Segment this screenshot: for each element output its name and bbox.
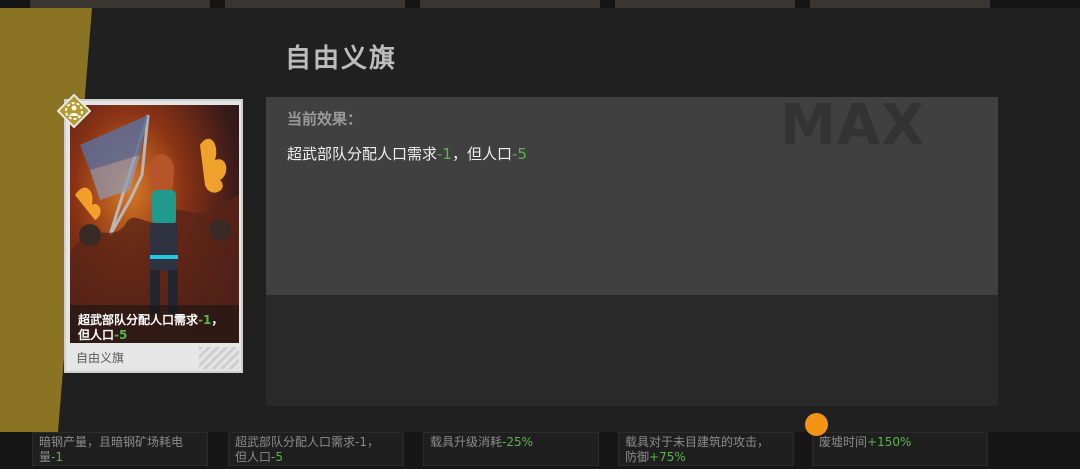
effect-box-lower: [266, 295, 998, 406]
gear-person-icon: [56, 93, 92, 129]
background-card-text: 载具升级消耗-25%: [430, 435, 534, 449]
background-card[interactable]: 废墟时间+150%: [812, 432, 988, 466]
background-card-text: 但人口-5: [235, 450, 283, 464]
upgrade-card[interactable]: 超武部队分配人口需求-1， 但人口-5 自由义旗: [64, 99, 243, 373]
background-card-text: 暗钢产量，且暗钢矿场耗电: [39, 435, 184, 449]
background-card-top: [420, 0, 600, 8]
background-card-strip-top: [0, 0, 1080, 8]
scroll-indicator-dot[interactable]: [805, 413, 828, 436]
effect-value: -5: [512, 145, 527, 163]
effect-text: 超武部队分配人口需求: [287, 145, 438, 163]
card-artwork: 超武部队分配人口需求-1， 但人口-5: [70, 105, 239, 343]
max-level-label: MAX: [780, 93, 926, 158]
effect-heading: 当前效果：: [287, 110, 363, 128]
background-card[interactable]: 载具升级消耗-25%: [423, 432, 599, 466]
background-card-text: 防御+75%: [625, 450, 686, 464]
background-card-top: [810, 0, 990, 8]
background-card-text: 载具对于未目建筑的攻击，: [625, 435, 770, 449]
background-card-text: 量-1: [39, 450, 63, 464]
card-name: 自由义旗: [76, 351, 125, 365]
background-card-text: 超武部队分配人口需求-1，: [235, 435, 379, 449]
background-card[interactable]: 载具对于未目建筑的攻击， 防御+75%: [618, 432, 794, 466]
background-card-top: [30, 0, 210, 8]
background-card[interactable]: 超武部队分配人口需求-1， 但人口-5: [228, 432, 404, 466]
background-card-top: [225, 0, 405, 8]
effect-description: 超武部队分配人口需求-1，但人口-5: [287, 143, 527, 164]
card-corner-stripes: [199, 347, 239, 369]
panel-title: 自由义旗: [285, 44, 398, 74]
effect-value: -1: [437, 145, 452, 163]
background-card-text: 废墟时间+150%: [819, 435, 912, 449]
effect-text: ，但人口: [451, 145, 512, 163]
background-card[interactable]: 暗钢产量，且暗钢矿场耗电 量-1: [32, 432, 208, 466]
card-caption: 超武部队分配人口需求-1， 但人口-5: [78, 313, 224, 342]
background-card-top: [615, 0, 795, 8]
